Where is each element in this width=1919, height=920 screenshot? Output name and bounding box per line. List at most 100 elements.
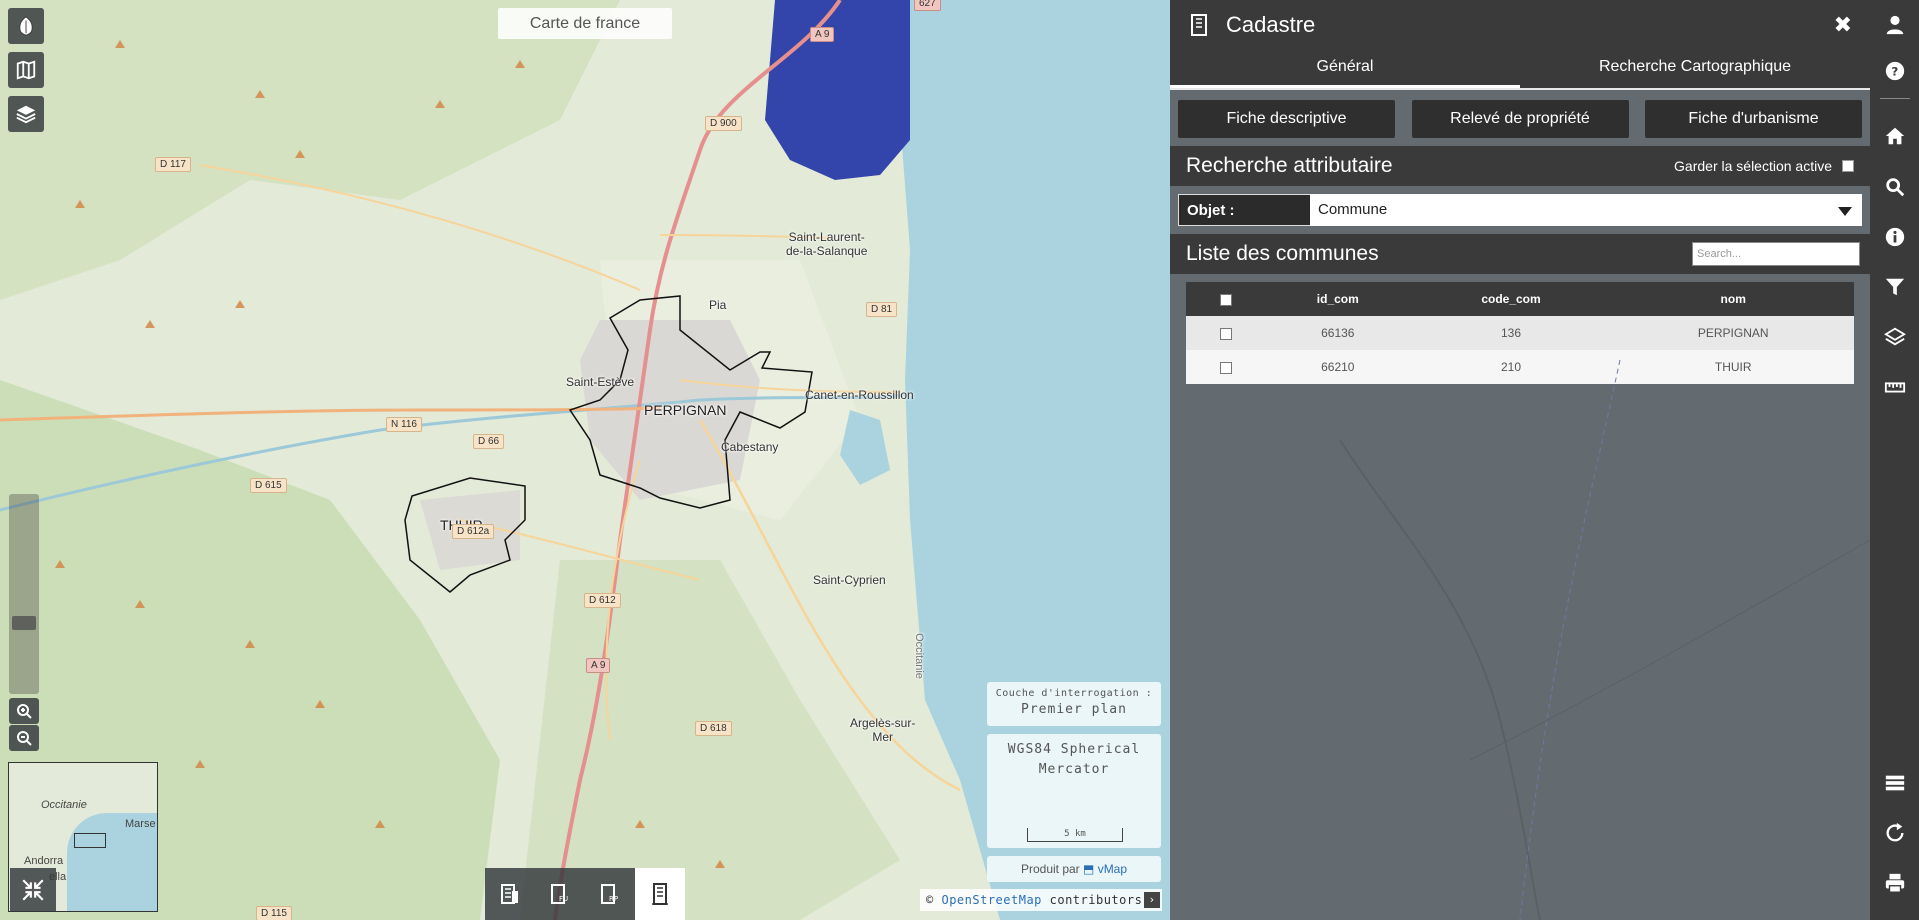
map-canvas[interactable]: PERPIGNAN THUIR Saint-Estève Canet-en-Ro… bbox=[0, 0, 1170, 920]
scale-bar: 5 km bbox=[1027, 828, 1123, 842]
place-label-pia: Pia bbox=[709, 298, 727, 312]
object-select[interactable]: Commune bbox=[1310, 194, 1862, 226]
leaf-icon bbox=[19, 16, 33, 36]
openstreetmap-link[interactable]: OpenStreetMap bbox=[941, 893, 1041, 907]
attribution-suffix: contributors. bbox=[1049, 893, 1151, 907]
place-label-perpignan: PERPIGNAN bbox=[644, 402, 727, 418]
credit-box: Produit par ⬒ vMap bbox=[987, 856, 1161, 882]
overview-label-andorra: Andorra bbox=[24, 855, 64, 867]
projection-box: WGS84 Spherical Mercator 5 km bbox=[987, 734, 1161, 848]
home-button[interactable] bbox=[1882, 123, 1908, 149]
search-icon bbox=[1886, 178, 1905, 197]
road-shield-d615: D 615 bbox=[250, 478, 287, 493]
query-layer-label: Couche d'interrogation : bbox=[995, 688, 1153, 699]
layers-icon bbox=[16, 105, 36, 124]
overview-toggle-button[interactable] bbox=[10, 868, 56, 912]
road-shield-e627: 627 bbox=[914, 0, 941, 11]
releve-propriete-tool[interactable]: RP bbox=[585, 868, 635, 920]
refresh-icon bbox=[1886, 822, 1904, 842]
keep-selection-checkbox[interactable] bbox=[1842, 160, 1854, 172]
svg-text:FU: FU bbox=[559, 895, 568, 903]
road-shield-d115: D 115 bbox=[256, 906, 292, 920]
road-shield-d900: D 900 bbox=[705, 116, 742, 131]
building-icon bbox=[652, 883, 668, 905]
road-shield-d117: D 117 bbox=[155, 157, 191, 172]
help-icon: ? bbox=[1885, 61, 1905, 81]
print-icon bbox=[1885, 873, 1905, 893]
place-label-cabestany: Cabestany bbox=[721, 440, 779, 454]
road-shield-d81: D 81 bbox=[866, 302, 898, 317]
road-shield-d66: D 66 bbox=[473, 434, 505, 449]
fiche-descriptive-tool[interactable] bbox=[485, 868, 535, 920]
document-building-icon bbox=[501, 884, 518, 904]
map-title: Carte de france bbox=[498, 8, 672, 39]
overview-label-region: Occitanie bbox=[41, 799, 87, 811]
keep-selection-toggle[interactable]: Garder la sélection active bbox=[1674, 158, 1854, 174]
svg-text:?: ? bbox=[1891, 65, 1898, 79]
caret-down-icon bbox=[1838, 207, 1852, 216]
collapse-icon bbox=[22, 879, 44, 901]
filter-button[interactable] bbox=[1882, 274, 1908, 300]
map-attribution: © OpenStreetMap contributors. › bbox=[920, 889, 1162, 911]
vmap-link[interactable]: ⬒ vMap bbox=[1083, 862, 1127, 876]
toolbar-divider bbox=[1880, 98, 1910, 99]
place-label-saint-cyprien: Saint-Cyprien bbox=[813, 573, 886, 587]
close-icon[interactable]: ✖ bbox=[1834, 12, 1852, 38]
svg-text:RP: RP bbox=[609, 895, 618, 903]
place-label-occitanie: Occitanie bbox=[912, 633, 925, 679]
fiche-urbanisme-tool[interactable]: FU bbox=[535, 868, 585, 920]
document-rp-icon: RP bbox=[601, 884, 618, 904]
measure-button[interactable] bbox=[1882, 374, 1908, 400]
table-icon bbox=[1885, 775, 1905, 791]
zoom-in-button[interactable] bbox=[9, 698, 39, 724]
overview-label-marseille: Marse bbox=[125, 818, 156, 830]
user-button[interactable] bbox=[1882, 12, 1908, 38]
right-toolbar: ? bbox=[1870, 0, 1919, 920]
place-label-saint-laurent: Saint-Laurent- de-la-Salanque bbox=[786, 230, 868, 258]
commune-list-bar: Liste des communes Search... bbox=[1170, 234, 1870, 274]
attribute-search-bar: Recherche attributaire Garder la sélecti… bbox=[1170, 146, 1870, 186]
zoom-slider[interactable] bbox=[9, 494, 39, 694]
print-button[interactable] bbox=[1882, 870, 1908, 896]
basemap-button[interactable] bbox=[8, 52, 44, 88]
commune-list-title: Liste des communes bbox=[1186, 242, 1379, 265]
user-icon bbox=[1886, 15, 1904, 35]
info-button[interactable] bbox=[1882, 224, 1908, 250]
query-layer-value: Premier plan bbox=[1021, 702, 1127, 717]
map-icon bbox=[16, 60, 36, 80]
cadastre-tool[interactable] bbox=[635, 868, 685, 920]
map-layers-icon bbox=[1884, 327, 1906, 346]
map-layers-button[interactable] bbox=[1882, 324, 1908, 350]
panel-background-map bbox=[1339, 359, 1870, 920]
search-button[interactable] bbox=[1882, 174, 1908, 200]
attribution-prefix: © bbox=[926, 893, 934, 907]
tables-button[interactable] bbox=[1882, 770, 1908, 796]
road-shield-a9-south: A 9 bbox=[586, 658, 611, 673]
projection-line1: WGS84 Spherical bbox=[1007, 742, 1141, 757]
cadastre-panel: Cadastre ✖ Général Recherche Cartographi… bbox=[1170, 0, 1870, 920]
info-icon bbox=[1885, 227, 1905, 247]
logo-button[interactable] bbox=[8, 8, 44, 44]
bottom-toolbar: FU RP bbox=[485, 868, 685, 920]
place-label-canet: Canet-en-Roussillon bbox=[805, 388, 914, 402]
place-label-argeles: Argelès-sur- Mer bbox=[850, 716, 916, 744]
road-shield-n116: N 116 bbox=[386, 417, 422, 432]
vmap-link-text: vMap bbox=[1097, 862, 1128, 876]
query-layer-box: Couche d'interrogation : Premier plan bbox=[987, 682, 1161, 726]
place-label-saint-esteve: Saint-Estève bbox=[566, 375, 635, 389]
attribute-search-title: Recherche attributaire bbox=[1186, 154, 1393, 177]
commune-search-input[interactable]: Search... bbox=[1692, 242, 1860, 266]
zoom-slider-thumb[interactable] bbox=[12, 616, 36, 630]
layers-button[interactable] bbox=[8, 96, 44, 132]
refresh-button[interactable] bbox=[1882, 820, 1908, 846]
filter-icon bbox=[1885, 278, 1905, 296]
object-select-value: Commune bbox=[1318, 201, 1388, 218]
home-icon bbox=[1885, 127, 1905, 145]
zoom-in-icon bbox=[17, 704, 32, 719]
help-button[interactable]: ? bbox=[1882, 58, 1908, 84]
attribution-toggle-button[interactable]: › bbox=[1144, 892, 1160, 908]
overview-extent-box[interactable] bbox=[74, 833, 106, 848]
zoom-out-button[interactable] bbox=[9, 725, 39, 751]
projection-line2: Mercator bbox=[1038, 762, 1110, 777]
road-shield-a9: A 9 bbox=[810, 27, 835, 42]
